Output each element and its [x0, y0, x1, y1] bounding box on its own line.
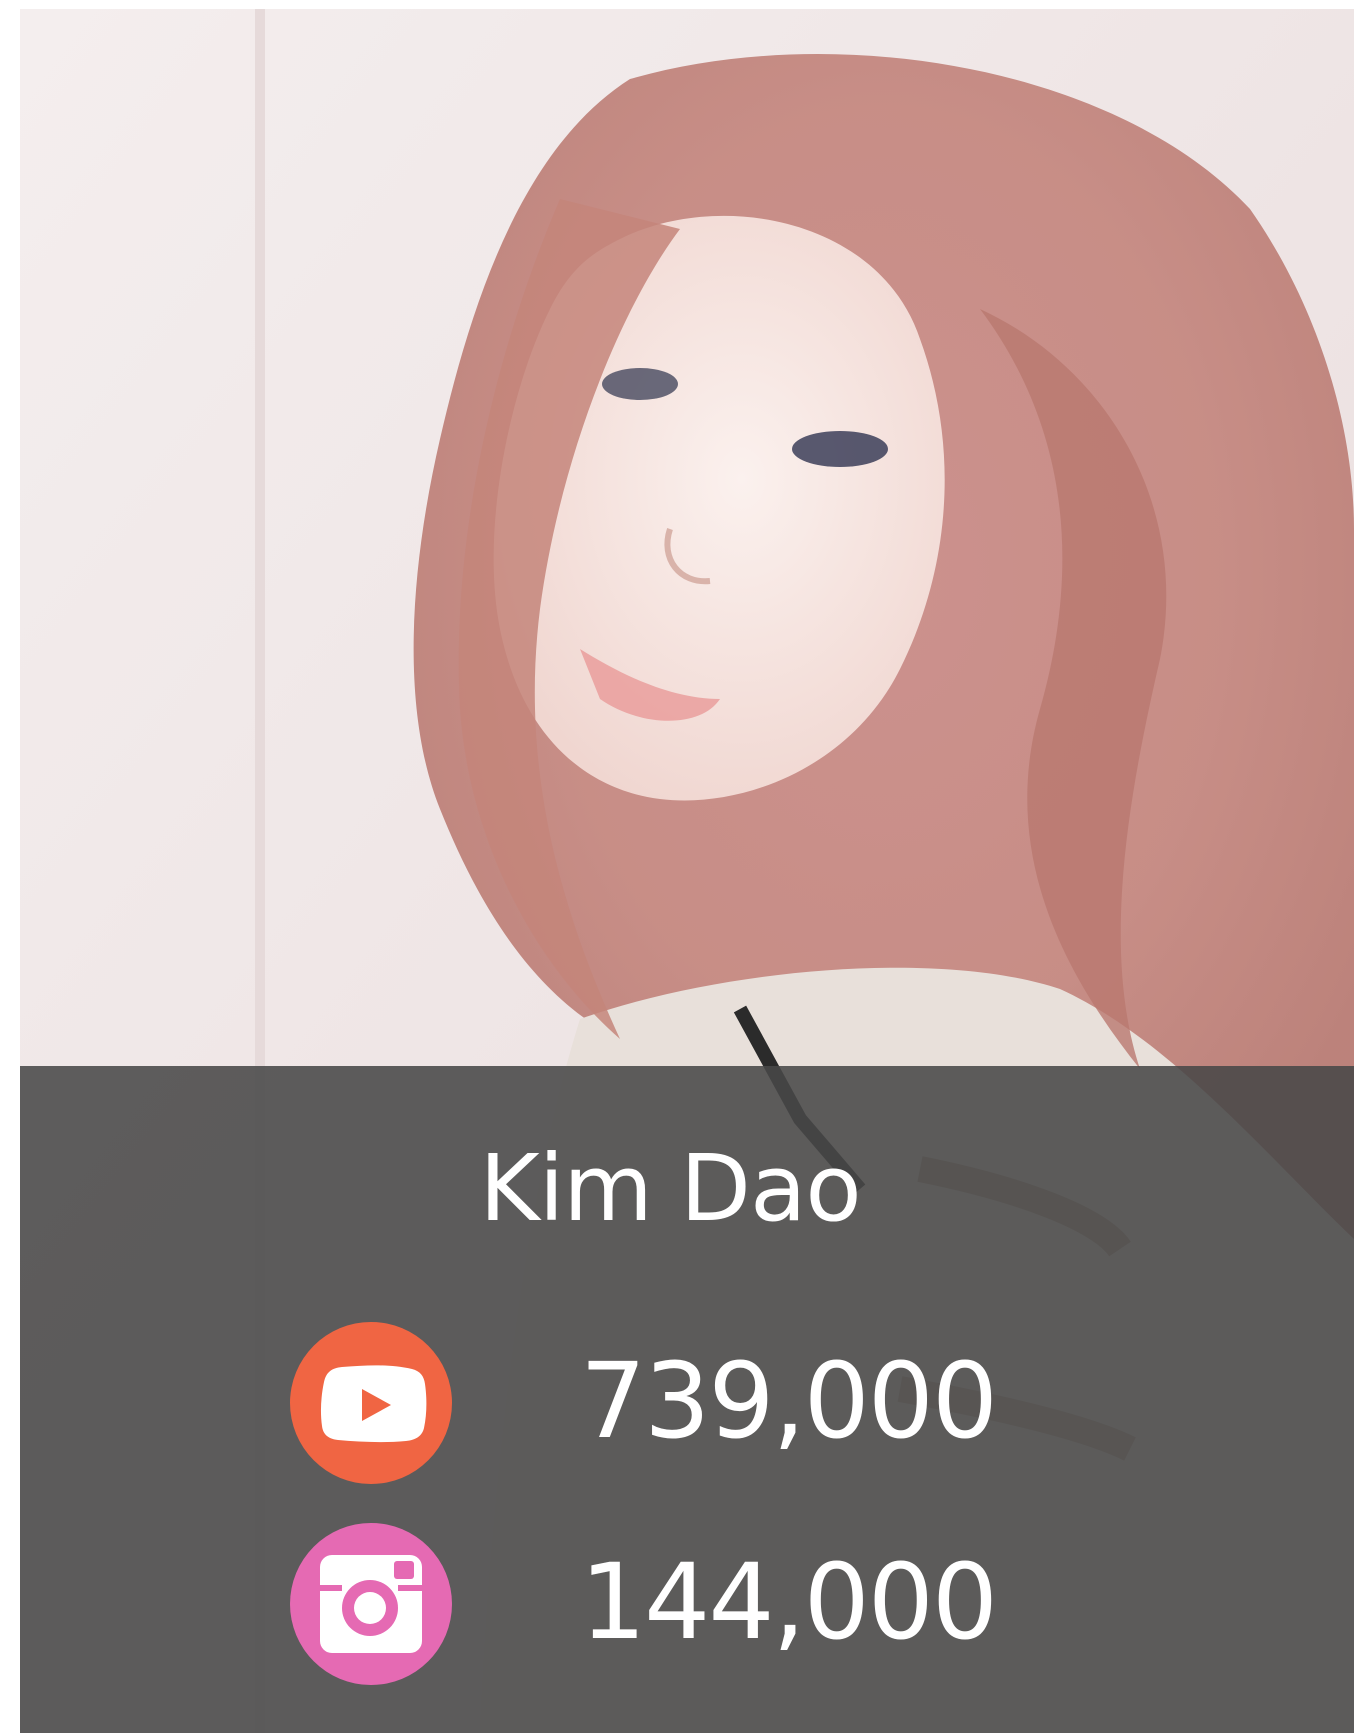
youtube-subscriber-count: 739,000: [580, 1340, 998, 1462]
youtube-icon[interactable]: [290, 1322, 452, 1484]
influencer-card[interactable]: Kim Dao 739,000 144,000: [20, 9, 1354, 1733]
instagram-stat[interactable]: 144,000: [290, 1523, 1090, 1685]
youtube-stat[interactable]: 739,000: [290, 1322, 1090, 1484]
instagram-follower-count: 144,000: [580, 1541, 998, 1663]
profile-name: Kim Dao: [479, 1135, 861, 1242]
instagram-icon[interactable]: [290, 1523, 452, 1685]
